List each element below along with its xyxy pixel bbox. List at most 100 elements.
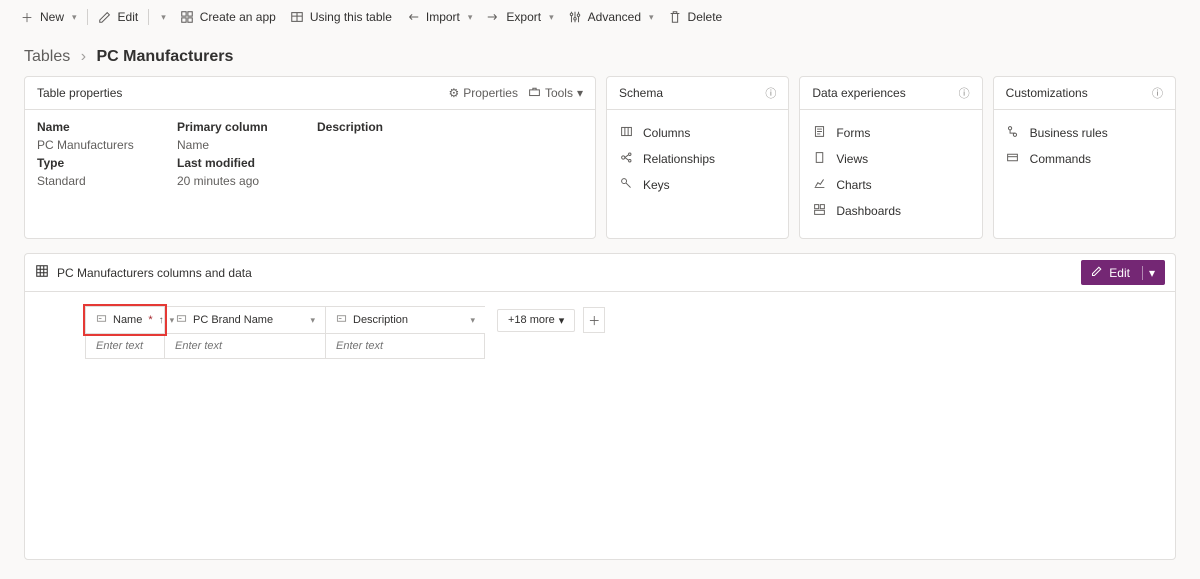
charts-link[interactable]: Charts: [812, 172, 969, 198]
views-link[interactable]: Views: [812, 146, 969, 172]
column-header-description[interactable]: Description ▾: [325, 306, 485, 334]
brand-input[interactable]: [165, 334, 325, 358]
export-button[interactable]: Export ▾: [480, 6, 559, 28]
views-icon: [812, 151, 826, 167]
schema-relationships[interactable]: Relationships: [619, 146, 776, 172]
chevron-down-icon: ▾: [72, 12, 77, 23]
plus-icon: ＋: [588, 312, 600, 329]
card-title: Schema: [619, 86, 759, 100]
separator: [87, 9, 88, 25]
separator: [148, 9, 149, 25]
last-modified-label: Last modified: [177, 156, 317, 170]
last-modified-value: 20 minutes ago: [177, 174, 317, 188]
list-item-label: Relationships: [643, 152, 715, 166]
grid-title: PC Manufacturers columns and data: [57, 266, 252, 280]
key-icon: [619, 177, 633, 193]
rules-icon: [1006, 125, 1020, 141]
breadcrumb-root[interactable]: Tables: [24, 48, 70, 65]
description-input-cell: [325, 334, 485, 359]
type-value: Standard: [37, 174, 177, 188]
more-columns-button[interactable]: +18 more ▾: [497, 309, 575, 332]
text-column-icon: [336, 313, 347, 327]
chevron-down-icon: ▾: [577, 86, 583, 100]
business-rules-link[interactable]: Business rules: [1006, 120, 1163, 146]
delete-button[interactable]: Delete: [662, 6, 729, 28]
commands-link[interactable]: Commands: [1006, 146, 1163, 172]
chevron-down-icon: ▾: [170, 315, 175, 326]
delete-label: Delete: [688, 10, 723, 24]
tools-button[interactable]: Tools ▾: [528, 85, 583, 101]
relationship-icon: [619, 151, 633, 167]
column-label: Description: [353, 314, 408, 326]
dashboard-icon: [812, 203, 826, 219]
pencil-icon: [1091, 265, 1103, 280]
forms-link[interactable]: Forms: [812, 120, 969, 146]
create-app-button[interactable]: Create an app: [174, 6, 282, 28]
card-title: Data experiences: [812, 86, 952, 100]
dashboards-link[interactable]: Dashboards: [812, 198, 969, 224]
column-header-name[interactable]: Name* ↑ ▾: [85, 306, 165, 334]
toolbox-icon: [528, 85, 541, 101]
breadcrumb-current: PC Manufacturers: [96, 48, 233, 65]
chevron-down-icon: ▾: [559, 314, 565, 327]
text-column-icon: [96, 313, 107, 327]
chevron-down-icon: ▾: [310, 315, 315, 326]
name-input[interactable]: [86, 334, 164, 358]
edit-button[interactable]: Edit: [92, 6, 145, 28]
card-title: Table properties: [37, 86, 438, 100]
list-item-label: Business rules: [1030, 126, 1108, 140]
column-label: PC Brand Name: [193, 314, 273, 326]
list-item-label: Views: [836, 152, 868, 166]
properties-button[interactable]: ⚙ Properties: [448, 86, 517, 100]
info-icon[interactable]: ⓘ: [959, 85, 970, 101]
schema-keys[interactable]: Keys: [619, 172, 776, 198]
sort-asc-icon: ↑: [159, 315, 164, 326]
list-item-label: Dashboards: [836, 204, 901, 218]
using-table-label: Using this table: [310, 10, 392, 24]
new-label: New: [40, 10, 64, 24]
plus-icon: ＋: [20, 10, 34, 24]
chart-icon: [812, 177, 826, 193]
info-icon[interactable]: ⓘ: [1152, 85, 1163, 101]
breadcrumb-separator: ›: [81, 48, 86, 65]
breadcrumb: Tables › PC Manufacturers: [0, 34, 1200, 76]
columns-data-card: PC Manufacturers columns and data Edit ▾…: [24, 253, 1176, 560]
advanced-button[interactable]: Advanced ▾: [562, 6, 660, 28]
grid-icon: [35, 264, 49, 281]
list-item-label: Commands: [1030, 152, 1091, 166]
pencil-icon: [98, 10, 112, 24]
table-properties-card: Table properties ⚙ Properties Tools ▾ Na…: [24, 76, 596, 239]
list-item-label: Columns: [643, 126, 690, 140]
add-column-button[interactable]: ＋: [583, 307, 605, 333]
edit-chevron[interactable]: ▾: [153, 8, 172, 27]
schema-columns[interactable]: Columns: [619, 120, 776, 146]
data-experiences-card: Data experiences ⓘ Forms Views Charts: [799, 76, 982, 239]
edit-grid-button[interactable]: Edit ▾: [1081, 260, 1165, 285]
using-table-button[interactable]: Using this table: [284, 6, 398, 28]
name-value: PC Manufacturers: [37, 138, 177, 152]
description-input[interactable]: [326, 334, 484, 358]
name-input-cell: [85, 334, 165, 359]
card-title: Customizations: [1006, 86, 1146, 100]
schema-card: Schema ⓘ Columns Relationships Keys: [606, 76, 789, 239]
advanced-label: Advanced: [588, 10, 641, 24]
commands-icon: [1006, 151, 1020, 167]
type-label: Type: [37, 156, 177, 170]
app-icon: [180, 10, 194, 24]
import-button[interactable]: Import ▾: [400, 6, 479, 28]
chevron-down-icon: ▾: [549, 12, 554, 23]
edit-grid-label: Edit: [1109, 266, 1130, 280]
list-item-label: Charts: [836, 178, 871, 192]
table-icon: [290, 10, 304, 24]
edit-label: Edit: [118, 10, 139, 24]
columns-icon: [619, 125, 633, 141]
edit-split-chevron[interactable]: ▾: [1142, 266, 1155, 280]
list-item-label: Forms: [836, 126, 870, 140]
text-column-icon: [176, 313, 187, 327]
name-label: Name: [37, 120, 177, 134]
column-label: Name: [113, 314, 142, 326]
new-button[interactable]: ＋ New ▾: [14, 6, 83, 28]
column-header-brand[interactable]: PC Brand Name ▾: [165, 306, 325, 334]
export-label: Export: [506, 10, 541, 24]
info-icon[interactable]: ⓘ: [765, 85, 776, 101]
